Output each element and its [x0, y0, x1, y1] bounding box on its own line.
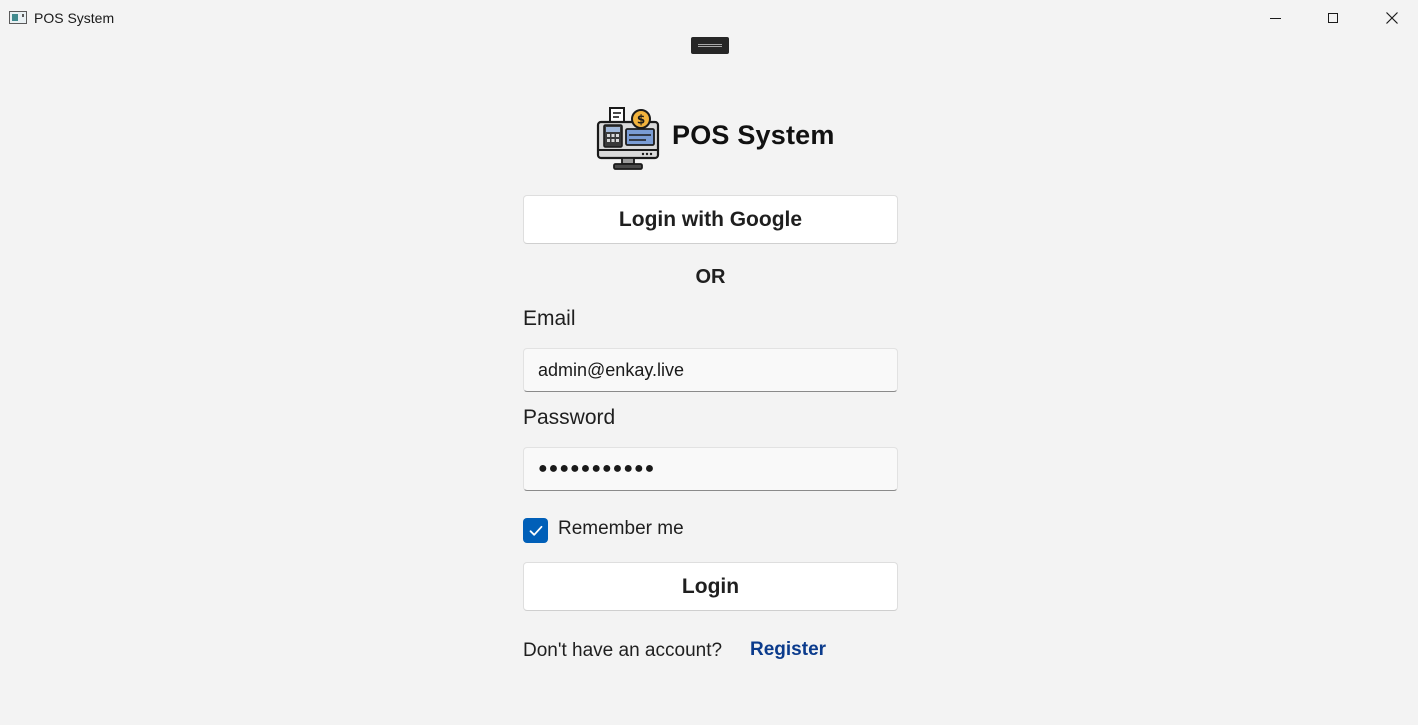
remember-me-checkbox[interactable] — [523, 518, 548, 543]
checkmark-icon — [529, 525, 542, 536]
svg-text:$: $ — [637, 113, 645, 127]
register-link[interactable]: Register — [750, 639, 826, 661]
drag-handle[interactable] — [691, 37, 729, 54]
remember-me-label[interactable]: Remember me — [558, 518, 684, 540]
close-button[interactable] — [1369, 0, 1415, 36]
app-window-icon — [9, 11, 27, 24]
drag-handle-line — [698, 44, 722, 45]
title-bar[interactable]: POS System — [0, 0, 1418, 36]
email-field[interactable]: admin@enkay.live — [523, 348, 898, 392]
brand-title: POS System — [672, 120, 835, 150]
minimize-button[interactable] — [1252, 0, 1298, 36]
app-window: POS System $ POS System Login with Googl… — [0, 0, 1418, 725]
close-icon — [1386, 12, 1398, 24]
drag-handle-line — [698, 46, 722, 47]
password-label: Password — [523, 406, 616, 429]
maximize-button[interactable] — [1310, 0, 1356, 36]
login-button[interactable]: Login — [523, 562, 898, 611]
no-account-prompt: Don't have an account? — [523, 640, 723, 661]
minimize-icon — [1269, 17, 1281, 19]
password-field[interactable]: ●●●●●●●●●●● — [523, 447, 898, 491]
window-title: POS System — [34, 10, 115, 26]
email-label: Email — [523, 307, 576, 330]
or-divider: OR — [695, 266, 726, 288]
cash-register-icon: $ — [596, 107, 660, 170]
maximize-icon — [1328, 13, 1338, 23]
login-with-google-button[interactable]: Login with Google — [523, 195, 898, 244]
